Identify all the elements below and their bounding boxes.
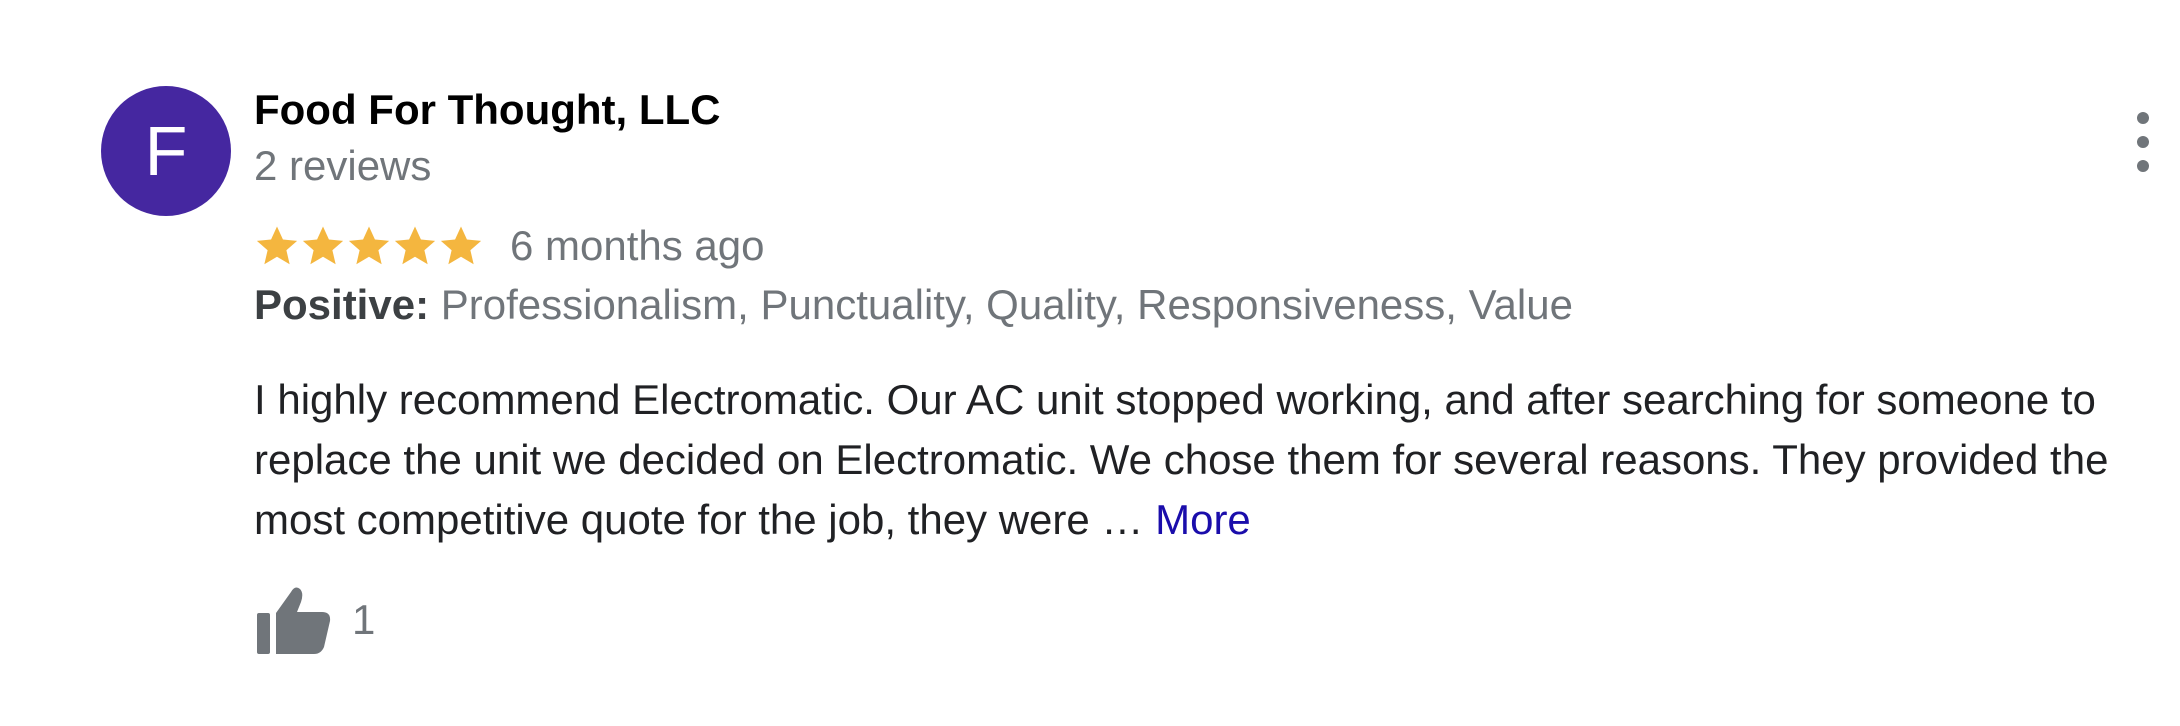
rating-row: 6 months ago (254, 218, 765, 274)
review-text-line: replace the unit we decided on Electroma… (254, 436, 2109, 483)
star-icon (440, 226, 482, 265)
like-count: 1 (352, 596, 376, 643)
review-text-line: most competitive quote for the job, they… (254, 490, 2174, 550)
avatar-initial: F (144, 112, 188, 190)
review-timestamp: 6 months ago (510, 222, 765, 269)
review-attributes: Positive: Professionalism, Punctuality, … (254, 278, 1573, 332)
review-card: F Food For Thought, LLC 2 reviews 6 mont… (0, 0, 2180, 726)
star-icon (348, 226, 390, 265)
thumbs-up-icon[interactable] (254, 584, 332, 656)
review-text: I highly recommend Electromatic. Our AC … (254, 370, 2174, 550)
menu-dot (2137, 160, 2149, 172)
like-row: 1 (254, 582, 375, 658)
more-link[interactable]: More (1155, 496, 1251, 543)
review-text-truncated: most competitive quote for the job, they… (254, 496, 1156, 543)
menu-dot (2137, 136, 2149, 148)
attributes-label: Positive: (254, 281, 430, 328)
more-vertical-icon[interactable] (2126, 112, 2160, 172)
attributes-values: Professionalism, Punctuality, Quality, R… (429, 281, 1573, 328)
review-text-line: I highly recommend Electromatic. Our AC … (254, 376, 2096, 423)
author-name[interactable]: Food For Thought, LLC (254, 84, 721, 136)
star-icon (256, 226, 298, 265)
menu-dot (2137, 112, 2149, 124)
star-icon (302, 226, 344, 265)
star-rating (254, 223, 484, 269)
star-icon (394, 226, 436, 265)
avatar[interactable]: F (101, 86, 231, 216)
author-review-count[interactable]: 2 reviews (254, 140, 431, 192)
